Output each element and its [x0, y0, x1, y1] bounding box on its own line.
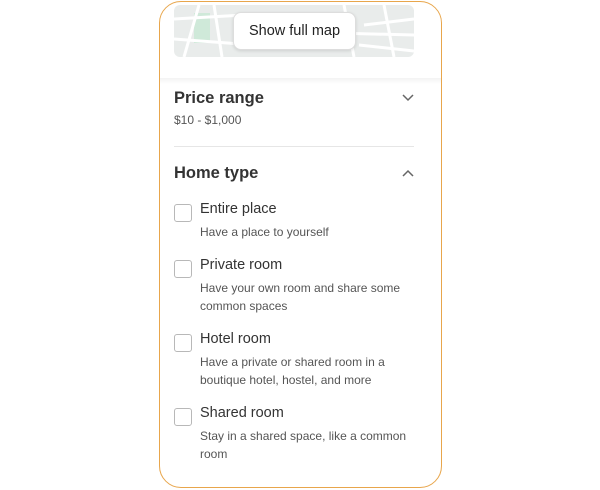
- private-room-checkbox[interactable]: [174, 260, 192, 278]
- price-range-title: Price range: [174, 88, 264, 107]
- option-label: Private room: [200, 257, 283, 273]
- map-preview[interactable]: Show full map: [174, 5, 414, 57]
- shared-room-checkbox[interactable]: [174, 408, 192, 426]
- option-description: Have a private or shared room in a bouti…: [200, 355, 385, 387]
- filters-panel: Show full map Price range $10 - $1,000 H…: [159, 1, 442, 488]
- option-description: Have your own room and share some common…: [200, 281, 401, 313]
- entire-place-checkbox[interactable]: [174, 204, 192, 222]
- price-range-toggle[interactable]: Price range: [174, 86, 415, 110]
- show-full-map-button[interactable]: Show full map: [233, 12, 356, 50]
- home-type-title: Home type: [174, 163, 259, 182]
- hotel-room-checkbox[interactable]: [174, 334, 192, 352]
- home-type-toggle[interactable]: Home type: [174, 161, 415, 185]
- option-description: Stay in a shared space, like a common ro…: [200, 429, 407, 461]
- section-divider: [174, 146, 414, 147]
- option-label: Shared room: [200, 405, 284, 421]
- chevron-down-icon: [401, 91, 415, 105]
- header-divider: [160, 78, 441, 84]
- option-label: Hotel room: [200, 331, 271, 347]
- chevron-up-icon: [401, 166, 415, 180]
- price-range-value: $10 - $1,000: [174, 113, 242, 127]
- option-description: Have a place to yourself: [200, 225, 329, 239]
- option-label: Entire place: [200, 201, 277, 217]
